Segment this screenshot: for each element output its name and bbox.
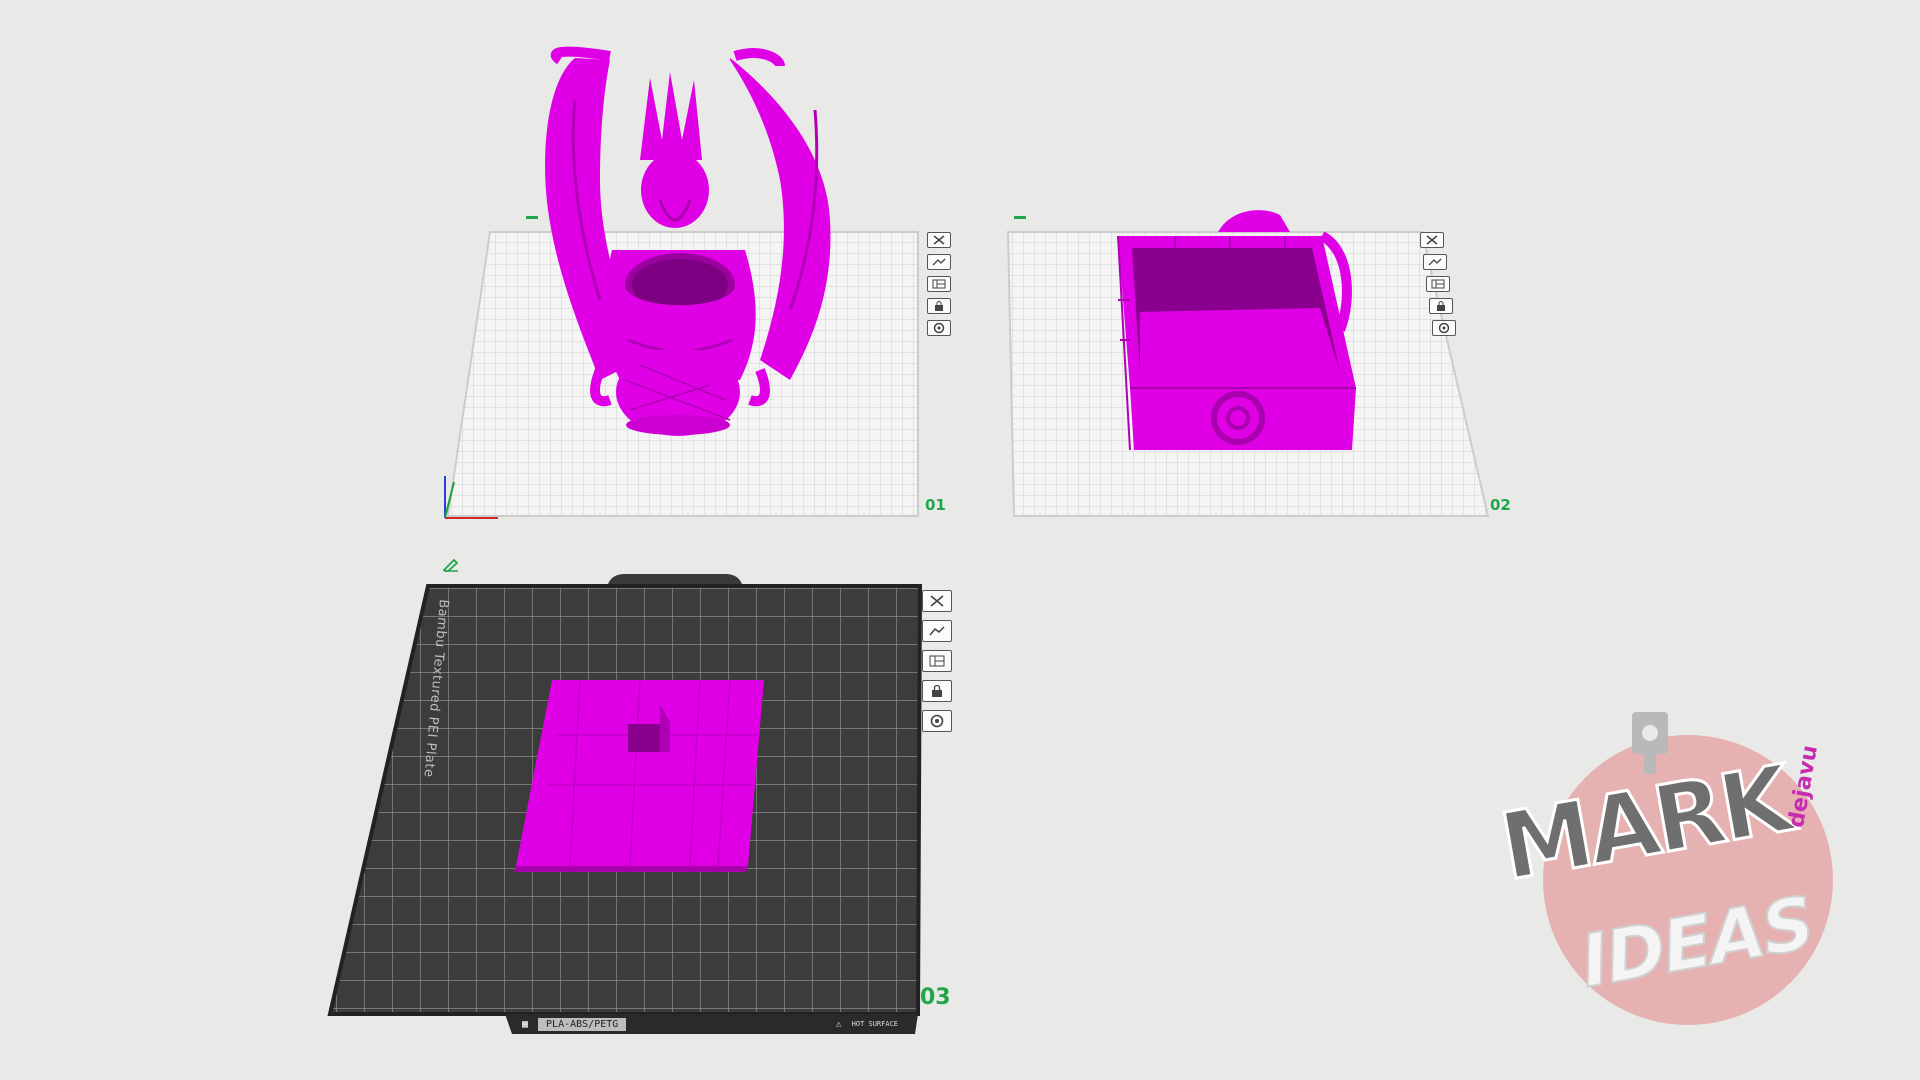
- arrange-icon[interactable]: [922, 650, 952, 672]
- lock-icon[interactable]: [922, 680, 952, 702]
- close-plate-icon[interactable]: [922, 590, 952, 612]
- plate-03-toolbar: [922, 590, 952, 732]
- settings-icon[interactable]: [922, 710, 952, 732]
- auto-orient-icon[interactable]: [922, 620, 952, 642]
- watermark-logo: MARK dejavu IDEAS: [1491, 700, 1870, 1040]
